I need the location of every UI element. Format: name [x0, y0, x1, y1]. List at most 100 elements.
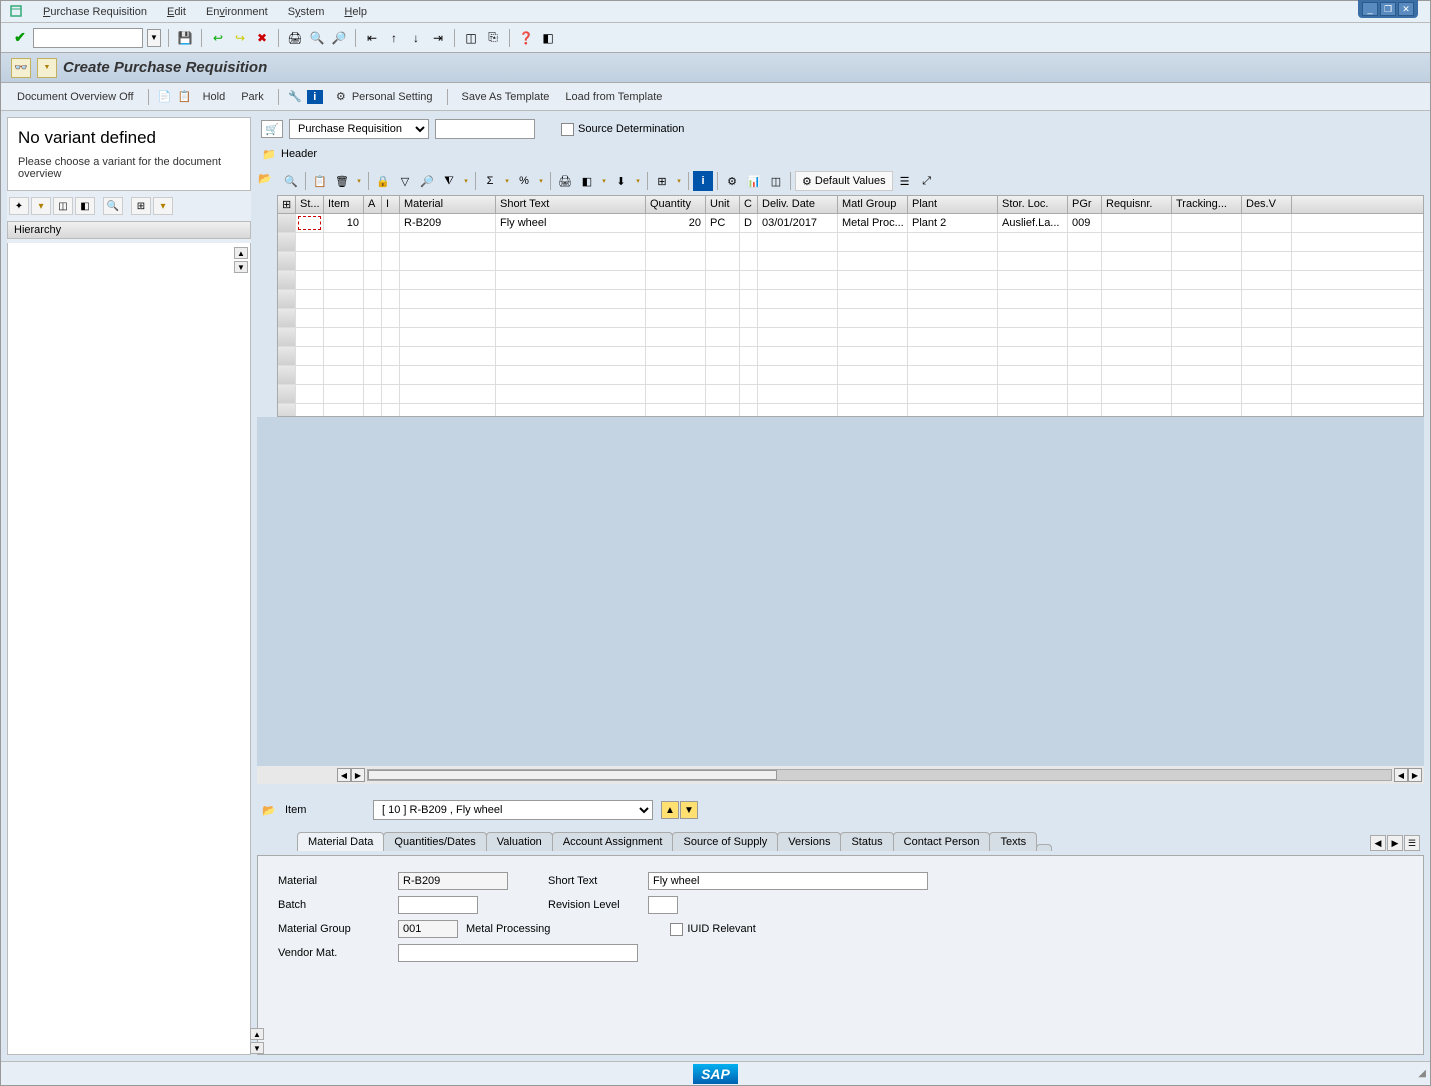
other-pr-icon[interactable]: 👓 — [11, 58, 31, 78]
find-icon[interactable]: 🔍 — [308, 29, 326, 47]
check-icon[interactable]: 🔧 — [287, 89, 303, 105]
gt-unlock[interactable]: ▽ — [395, 171, 415, 191]
next-page-icon[interactable]: ↓ — [407, 29, 425, 47]
menu-system[interactable]: System — [278, 4, 335, 20]
gt-sum[interactable]: Σ — [480, 171, 500, 191]
split-down[interactable]: ▼ — [250, 1042, 264, 1054]
items-folder-icon[interactable]: 📂 — [257, 171, 273, 185]
info-icon[interactable]: i — [307, 90, 323, 104]
tab-list[interactable]: ☰ — [1404, 835, 1420, 851]
cell-matl-group[interactable]: Metal Proc... — [838, 214, 908, 232]
save-template-button[interactable]: Save As Template — [456, 89, 556, 105]
menu-help[interactable]: Help — [334, 4, 377, 20]
left-btn2[interactable]: ◧ — [75, 197, 95, 215]
vendor-mat-field[interactable] — [398, 944, 638, 962]
table-row[interactable] — [278, 328, 1423, 347]
gt-views-dd[interactable]: ▾ — [599, 171, 609, 191]
gt-delete-dd[interactable]: ▾ — [354, 171, 364, 191]
tab-material-data[interactable]: Material Data — [297, 832, 384, 851]
find-next-icon[interactable]: 🔎 — [330, 29, 348, 47]
col-desv[interactable]: Des.V — [1242, 196, 1292, 213]
cell-material[interactable]: R-B209 — [400, 214, 496, 232]
doc-number-input[interactable] — [435, 119, 535, 139]
expand-icon[interactable]: ▼ — [37, 58, 57, 78]
cell-short-text[interactable]: Fly wheel — [496, 214, 646, 232]
cell-pgr[interactable]: 009 — [1068, 214, 1102, 232]
cell-unit[interactable]: PC — [706, 214, 740, 232]
revision-field[interactable] — [648, 896, 678, 914]
table-row[interactable] — [278, 347, 1423, 366]
gt-details[interactable]: 🔍 — [281, 171, 301, 191]
table-row[interactable] — [278, 233, 1423, 252]
iuid-checkbox[interactable] — [670, 923, 683, 936]
gt-lock[interactable]: 🔒 — [373, 171, 393, 191]
tab-scroll-left[interactable]: ◀ — [1370, 835, 1386, 851]
item-prev-button[interactable]: ▲ — [661, 801, 679, 819]
hold-button[interactable]: Hold — [197, 89, 232, 105]
gt-layout-dd[interactable]: ▾ — [674, 171, 684, 191]
cell-a[interactable] — [364, 214, 382, 232]
doc-overview-button[interactable]: Document Overview Off — [11, 89, 140, 105]
hscroll-track[interactable] — [367, 769, 1392, 781]
col-a[interactable]: A — [364, 196, 382, 213]
variant-icon[interactable]: ✦ — [9, 197, 29, 215]
cart-icon[interactable]: 🛒 — [261, 120, 283, 138]
material-field[interactable] — [398, 872, 508, 890]
menu-pr[interactable]: Purchase Requisition — [33, 4, 157, 20]
new-session-icon[interactable]: ◫ — [462, 29, 480, 47]
folder-icon[interactable]: 📁 — [261, 147, 277, 161]
command-field[interactable] — [33, 28, 143, 48]
cell-tracking[interactable] — [1172, 214, 1242, 232]
tab-versions[interactable]: Versions — [777, 832, 841, 851]
table-row[interactable] — [278, 252, 1423, 271]
col-unit[interactable]: Unit — [706, 196, 740, 213]
table-row[interactable] — [278, 271, 1423, 290]
personal-setting-button[interactable]: ⚙Personal Setting — [327, 87, 439, 107]
cancel-icon[interactable]: ✖ — [253, 29, 271, 47]
prev-page-icon[interactable]: ↑ — [385, 29, 403, 47]
gt-filter-dd[interactable]: ▾ — [461, 171, 471, 191]
back-icon[interactable]: ↩ — [209, 29, 227, 47]
cell-quantity[interactable]: 20 — [646, 214, 706, 232]
gt-chart[interactable]: 📊 — [744, 171, 764, 191]
col-material[interactable]: Material — [400, 196, 496, 213]
gt-print[interactable]: 🖨 — [555, 171, 575, 191]
tab-status[interactable]: Status — [840, 832, 893, 851]
gt-info[interactable]: i — [693, 171, 713, 191]
maximize-button[interactable]: ❐ — [1380, 2, 1396, 16]
col-stor-loc[interactable]: Stor. Loc. — [998, 196, 1068, 213]
cell-plant[interactable]: Plant 2 — [908, 214, 998, 232]
gt-find[interactable]: 🔎 — [417, 171, 437, 191]
gt-delete[interactable]: 🗑 — [332, 171, 352, 191]
print-icon[interactable]: 🖨 — [286, 29, 304, 47]
col-c[interactable]: C — [740, 196, 758, 213]
split-up[interactable]: ▲ — [250, 1028, 264, 1040]
table-row[interactable] — [278, 404, 1423, 416]
gt-list[interactable]: ☰ — [895, 171, 915, 191]
col-quantity[interactable]: Quantity — [646, 196, 706, 213]
iuid-label[interactable]: IUID Relevant — [670, 923, 755, 936]
col-i[interactable]: I — [382, 196, 400, 213]
matgroup-field[interactable] — [398, 920, 458, 938]
col-short-text[interactable]: Short Text — [496, 196, 646, 213]
table-row[interactable] — [278, 290, 1423, 309]
gt-views[interactable]: ◧ — [577, 171, 597, 191]
hscroll-left2[interactable]: ◀ — [1394, 768, 1408, 782]
col-status[interactable]: St... — [296, 196, 324, 213]
source-det-checkbox[interactable] — [561, 123, 574, 136]
cell-deliv-date[interactable]: 03/01/2017 — [758, 214, 838, 232]
gt-misc[interactable]: ◫ — [766, 171, 786, 191]
default-values-button[interactable]: ⚙ Default Values — [795, 171, 893, 191]
tab-valuation[interactable]: Valuation — [486, 832, 553, 851]
item-next-button[interactable]: ▼ — [680, 801, 698, 819]
col-requisnr[interactable]: Requisnr. — [1102, 196, 1172, 213]
gt-subtotal[interactable]: % — [514, 171, 534, 191]
left-btn4-dd[interactable]: ▾ — [153, 197, 173, 215]
col-tracking[interactable]: Tracking... — [1172, 196, 1242, 213]
col-item[interactable]: Item — [324, 196, 364, 213]
doc-type-select[interactable]: Purchase Requisition — [289, 119, 429, 139]
hier-down[interactable]: ▼ — [234, 261, 248, 273]
item-folder-icon[interactable]: 📂 — [261, 803, 277, 817]
gt-subtotal-dd[interactable]: ▾ — [536, 171, 546, 191]
tab-account-assignment[interactable]: Account Assignment — [552, 832, 674, 851]
